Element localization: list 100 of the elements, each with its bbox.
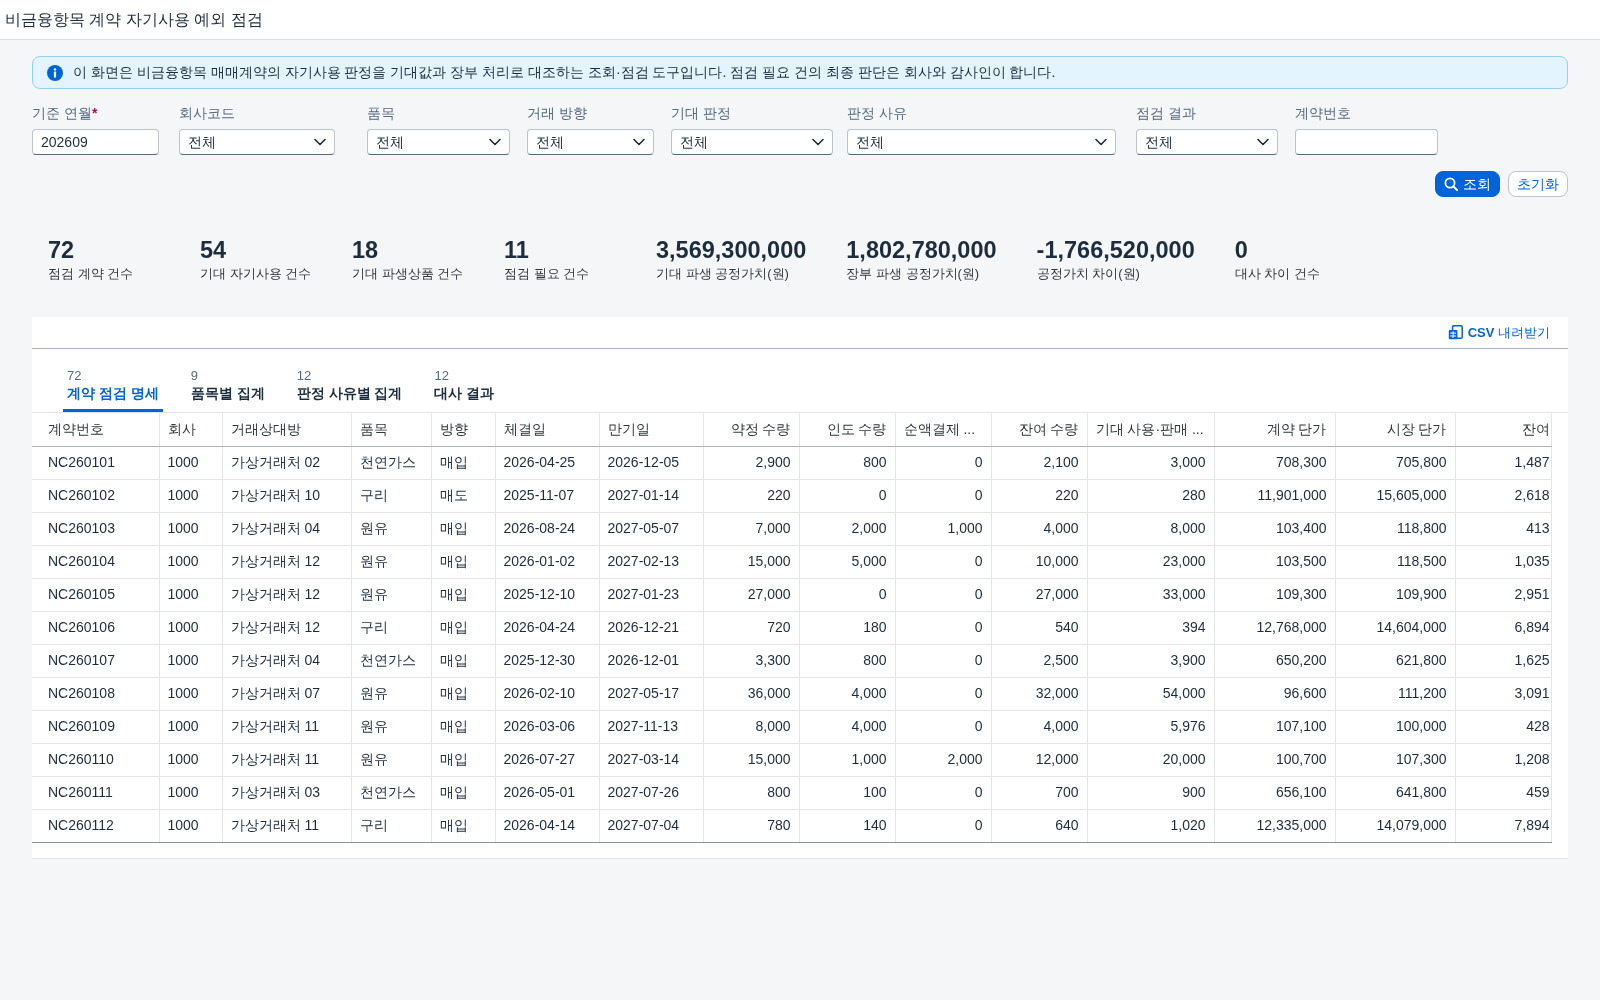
table-cell: 0 <box>895 545 991 578</box>
table-cell: 2026-03-06 <box>495 710 599 743</box>
table-cell: 621,800 <box>1335 644 1455 677</box>
table-cell: 가상거래처 12 <box>222 611 351 644</box>
table-cell: 매입 <box>431 776 495 809</box>
caret-icon <box>633 138 645 146</box>
table-cell: 800 <box>799 446 895 479</box>
column-header[interactable]: 잔여 <box>1455 413 1551 446</box>
table-cell: 800 <box>799 644 895 677</box>
column-header[interactable]: 거래상대방 <box>222 413 351 446</box>
table-cell: 0 <box>895 677 991 710</box>
column-header[interactable]: 체결일 <box>495 413 599 446</box>
column-header[interactable]: 만기일 <box>599 413 703 446</box>
dropdown-field[interactable]: 전체 <box>847 129 1116 155</box>
table-cell: 641,800 <box>1335 776 1455 809</box>
caret-icon <box>812 138 824 146</box>
column-header[interactable]: 기대 사용·판매 ... <box>1087 413 1214 446</box>
info-message: 이 화면은 비금융항목 매매계약의 자기사용 판정을 기대값과 장부 처리로 대조하는 조회·점검 도구입니다. 점검 필요 건의 최종 판단은 회사와 감사인이 합니다. <box>73 63 1056 82</box>
metric-value: 1,802,780,000 <box>846 237 997 263</box>
table-cell: 2027-11-13 <box>599 710 703 743</box>
column-header[interactable]: 방향 <box>431 413 495 446</box>
table-cell: 원유 <box>351 578 431 611</box>
table-cell: 원유 <box>351 677 431 710</box>
table-cell: 원유 <box>351 545 431 578</box>
search-icon <box>1444 177 1458 191</box>
table-cell: 2026-02-10 <box>495 677 599 710</box>
dropdown-field[interactable]: 전체 <box>179 129 335 155</box>
table-cell: NC260102 <box>32 479 159 512</box>
tab[interactable]: 12 판정 사유별 집계 <box>292 367 407 412</box>
table-cell: 640 <box>991 809 1087 842</box>
table-cell: 20,000 <box>1087 743 1214 776</box>
table-cell: 118,800 <box>1335 512 1455 545</box>
table-cell: 100 <box>799 776 895 809</box>
table-cell: 109,300 <box>1214 578 1335 611</box>
dropdown-field[interactable]: 전체 <box>671 129 833 155</box>
table-cell: 2026-05-01 <box>495 776 599 809</box>
column-header[interactable]: 회사 <box>159 413 222 446</box>
table-cell: 2026-04-24 <box>495 611 599 644</box>
table-cell: 가상거래처 04 <box>222 512 351 545</box>
caret-icon <box>489 138 501 146</box>
metric-value: 11 <box>504 237 529 263</box>
table-cell: NC260106 <box>32 611 159 644</box>
csv-download-button[interactable]: CSV 내려받기 <box>1443 320 1554 345</box>
table-cell: 540 <box>991 611 1087 644</box>
input-field[interactable]: 202609 <box>32 129 159 155</box>
table-cell: 1,487 <box>1455 446 1551 479</box>
tab[interactable]: 9 품목별 집계 <box>186 367 269 412</box>
field-label: 점검 결과 <box>1136 104 1196 123</box>
table-cell: 매입 <box>431 611 495 644</box>
field-label: 계약번호 <box>1295 104 1351 123</box>
table-cell: NC260111 <box>32 776 159 809</box>
table-cell: 구리 <box>351 611 431 644</box>
table-cell: 가상거래처 11 <box>222 710 351 743</box>
search-button[interactable]: 조회 <box>1435 171 1500 197</box>
table-cell: 매입 <box>431 809 495 842</box>
table-cell: 0 <box>895 611 991 644</box>
table-cell: 15,000 <box>703 545 799 578</box>
table-cell: 2026-08-24 <box>495 512 599 545</box>
table-cell: 15,605,000 <box>1335 479 1455 512</box>
field-label: 품목 <box>367 104 395 123</box>
tab[interactable]: 12 대사 결과 <box>430 367 499 412</box>
tab[interactable]: 72 계약 점검 명세 <box>63 367 163 412</box>
dropdown-field[interactable]: 전체 <box>1136 129 1278 155</box>
table-cell: 220 <box>991 479 1087 512</box>
table-cell: 2026-12-01 <box>599 644 703 677</box>
metric-label: 장부 파생 공정가치(원) <box>846 265 980 283</box>
reset-button[interactable]: 초기화 <box>1508 171 1568 197</box>
column-header[interactable]: 품목 <box>351 413 431 446</box>
table-cell: 10,000 <box>991 545 1087 578</box>
table-cell: 구리 <box>351 809 431 842</box>
table-cell: 459 <box>1455 776 1551 809</box>
input-field[interactable] <box>1295 129 1438 155</box>
column-header[interactable]: 계약 단가 <box>1214 413 1335 446</box>
column-header[interactable]: 잔여 수량 <box>991 413 1087 446</box>
column-header[interactable]: 계약번호 <box>32 413 159 446</box>
table-cell: NC260112 <box>32 809 159 842</box>
dropdown-field[interactable]: 전체 <box>527 129 654 155</box>
table-cell: 100,700 <box>1214 743 1335 776</box>
table-cell: 1000 <box>159 743 222 776</box>
table-cell: 14,604,000 <box>1335 611 1455 644</box>
table-cell: 매입 <box>431 710 495 743</box>
table-cell: 280 <box>1087 479 1214 512</box>
table-cell: 1000 <box>159 578 222 611</box>
column-header[interactable]: 순액결제 ... <box>895 413 991 446</box>
table-cell: 7,894 <box>1455 809 1551 842</box>
table-cell: 가상거래처 04 <box>222 644 351 677</box>
table-cell: 100,000 <box>1335 710 1455 743</box>
table-cell: 220 <box>703 479 799 512</box>
column-header[interactable]: 인도 수량 <box>799 413 895 446</box>
table-cell: 8,000 <box>1087 512 1214 545</box>
table-cell: 2027-02-13 <box>599 545 703 578</box>
table-cell: 5,000 <box>799 545 895 578</box>
column-header[interactable]: 시장 단가 <box>1335 413 1455 446</box>
dropdown-field[interactable]: 전체 <box>367 129 510 155</box>
table-cell: 2026-12-05 <box>599 446 703 479</box>
spreadsheet-icon <box>1447 325 1463 340</box>
table-cell: 4,000 <box>799 710 895 743</box>
table-cell: 2026-07-27 <box>495 743 599 776</box>
info-icon <box>47 64 63 81</box>
column-header[interactable]: 약정 수량 <box>703 413 799 446</box>
